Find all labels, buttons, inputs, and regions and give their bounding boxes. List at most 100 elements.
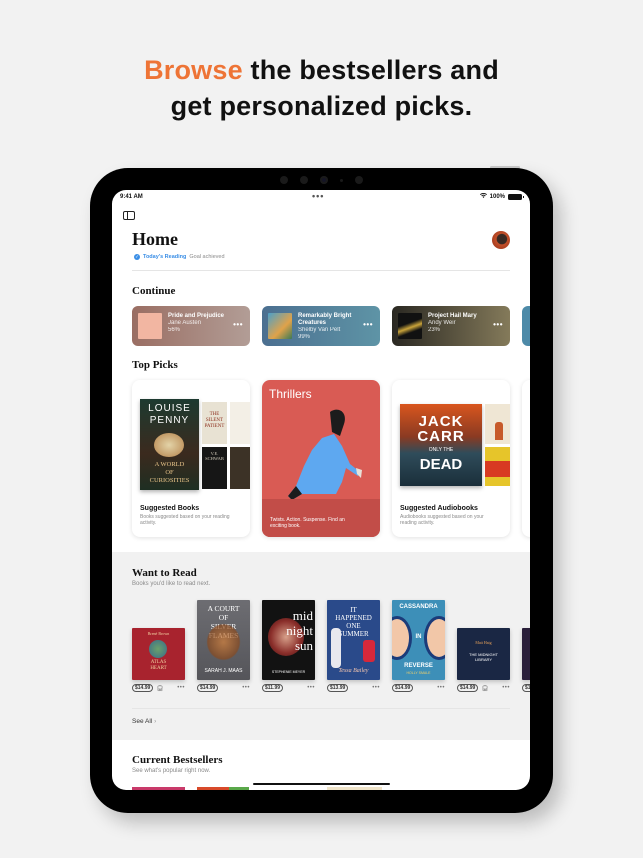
- more-icon[interactable]: •••: [493, 320, 503, 329]
- headline: Browse the bestsellers and get personali…: [0, 52, 643, 124]
- price-button[interactable]: $14.99: [457, 684, 479, 692]
- audiobook-cover: [485, 404, 510, 444]
- continue-item[interactable]: Pride and Prejudice Jane Austen 56% •••: [132, 306, 250, 346]
- headphones-icon: 🎧︎: [481, 685, 489, 692]
- book-item[interactable]: mid night sun STEPHENIE MEYER $11.99 •••: [262, 600, 315, 692]
- want-to-read-subtitle: Books you'd like to read next.: [132, 581, 211, 587]
- reading-label: Today's Reading: [143, 254, 187, 260]
- pick-card-peek[interactable]: [522, 380, 530, 537]
- screen: 9:41 AM ••• 100% Home ✓ Today's Reading …: [112, 190, 530, 790]
- price-button[interactable]: $14.99: [132, 684, 154, 692]
- battery-icon: [508, 193, 524, 200]
- book-cover: [230, 447, 250, 489]
- pick-name: Thrillers: [269, 387, 312, 401]
- want-to-read-title: Want to Read: [132, 567, 197, 579]
- headline-line1: the bestsellers and: [242, 55, 499, 85]
- pick-desc: Audiobooks suggested based on your readi…: [400, 514, 484, 526]
- wifi-icon: [479, 192, 487, 200]
- price-button[interactable]: $14.99: [197, 684, 219, 692]
- audiobook-cover: JACK CARR ONLY THE DEAD: [400, 404, 482, 486]
- book-cover: V.E. SCHWAB: [202, 447, 227, 489]
- page-title: Home: [132, 229, 178, 249]
- sidebar-toggle-icon[interactable]: [123, 211, 135, 220]
- book-title: Project Hail Mary: [428, 313, 477, 319]
- book-cover: mid night sun STEPHENIE MEYER: [262, 600, 315, 680]
- todays-reading[interactable]: ✓ Today's Reading Goal achieved: [134, 254, 225, 260]
- book-item-peek[interactable]: $1: [522, 628, 530, 692]
- price-button[interactable]: $11.99: [262, 684, 284, 692]
- battery-percent: 100%: [489, 193, 505, 200]
- headline-accent: Browse: [144, 55, 243, 85]
- book-cover: Brené Brown ATLAS HEART: [132, 628, 185, 680]
- book-progress: 99%: [298, 334, 311, 340]
- more-icon[interactable]: •••: [363, 320, 373, 329]
- more-icon[interactable]: •••: [502, 685, 510, 691]
- audiobook-cover: [485, 447, 510, 486]
- more-icon[interactable]: •••: [242, 685, 250, 691]
- book-cover: Matt Haig THE MIDNIGHT LIBRARY: [457, 628, 510, 680]
- continue-item-peek[interactable]: [522, 306, 530, 346]
- pick-name: Suggested Books: [140, 505, 200, 512]
- bestseller-cover-peek: [327, 787, 382, 790]
- bestseller-cover-peek: [197, 787, 229, 790]
- continue-item[interactable]: Remarkably Bright Creatures Shelby Van P…: [262, 306, 380, 346]
- want-to-read-list: Brené Brown ATLAS HEART $14.99 🎧︎ ••• A C…: [132, 600, 530, 692]
- status-time: 9:41 AM: [120, 194, 143, 200]
- book-item[interactable]: IT HAPPENED ONE SUMMER Tessa Bailey $13.99 …: [327, 600, 380, 692]
- more-icon[interactable]: •••: [307, 685, 315, 691]
- bestseller-cover-peek: [132, 787, 185, 790]
- book-cover: IT HAPPENED ONE SUMMER Tessa Bailey: [327, 600, 380, 680]
- see-all-link[interactable]: See All ›: [132, 718, 156, 725]
- book-item[interactable]: Brené Brown ATLAS HEART $14.99 🎧︎ •••: [132, 628, 185, 692]
- more-icon[interactable]: •••: [437, 685, 445, 691]
- book-title: Pride and Prejudice: [168, 313, 225, 319]
- book-cover: [268, 313, 292, 339]
- book-cover: [522, 628, 530, 680]
- bestsellers-title: Current Bestsellers: [132, 754, 223, 766]
- home-indicator[interactable]: [253, 783, 390, 785]
- multitask-dots[interactable]: •••: [312, 191, 324, 201]
- pick-card-suggested-audiobooks[interactable]: JACK CARR ONLY THE DEAD Suggested Audiobo…: [392, 380, 510, 537]
- book-item[interactable]: A COURTOFSILVERFLAMES SARAH J. MAAS $14.…: [197, 600, 250, 692]
- book-cover: A COURTOFSILVERFLAMES SARAH J. MAAS: [197, 600, 250, 680]
- more-icon[interactable]: •••: [233, 320, 243, 329]
- divider: [132, 708, 510, 709]
- book-author: Shelby Van Pelt: [298, 327, 341, 333]
- continue-list: Pride and Prejudice Jane Austen 56% ••• …: [132, 306, 530, 346]
- more-icon[interactable]: •••: [372, 685, 380, 691]
- continue-title: Continue: [132, 285, 176, 297]
- reading-status: Goal achieved: [189, 254, 225, 260]
- headphones-icon: 🎧︎: [156, 685, 164, 692]
- book-cover: CASSANDRA IN REVERSE HOLLY SMALE: [392, 600, 445, 680]
- book-progress: 56%: [168, 327, 181, 333]
- book-item[interactable]: CASSANDRA IN REVERSE HOLLY SMALE $14.99 …: [392, 600, 445, 692]
- book-progress: 23%: [428, 327, 441, 333]
- headline-line2: get personalized picks.: [170, 91, 473, 121]
- bestsellers-subtitle: See what's popular right now.: [132, 768, 211, 774]
- checkmark-icon: ✓: [134, 254, 140, 260]
- chevron-right-icon: ›: [154, 718, 157, 725]
- book-author: Jane Austen: [168, 320, 202, 326]
- camera-array: [90, 176, 553, 184]
- price-button[interactable]: $1: [522, 684, 530, 692]
- book-item[interactable]: Matt Haig THE MIDNIGHT LIBRARY $14.99 🎧︎ …: [457, 628, 510, 692]
- book-cover: [230, 402, 250, 444]
- pick-desc: Twists. Action. Suspense. Find an exciti…: [270, 517, 345, 529]
- account-avatar[interactable]: [492, 231, 510, 249]
- divider: [132, 270, 510, 271]
- bestseller-cover-peek: [229, 787, 249, 790]
- more-icon[interactable]: •••: [177, 685, 185, 691]
- continue-item[interactable]: Project Hail Mary Andy Weir 23% •••: [392, 306, 510, 346]
- price-button[interactable]: $13.99: [327, 684, 349, 692]
- pick-card-suggested-books[interactable]: LOUISE PENNY A WORLD OF CURIOSITIES THE SILE…: [132, 380, 250, 537]
- pick-card-thrillers[interactable]: Thrillers Twists. Action. Suspense. Find…: [262, 380, 380, 537]
- top-picks-title: Top Picks: [132, 359, 178, 371]
- thriller-illustration: [288, 409, 362, 500]
- price-button[interactable]: $14.99: [392, 684, 414, 692]
- see-all-label: See All: [132, 718, 153, 725]
- status-bar: 9:41 AM ••• 100%: [112, 190, 530, 204]
- top-picks-list: LOUISE PENNY A WORLD OF CURIOSITIES THE SILE…: [132, 380, 530, 537]
- pick-name: Suggested Audiobooks: [400, 505, 478, 512]
- book-title: Remarkably Bright Creatures: [298, 313, 352, 326]
- book-cover: LOUISE PENNY A WORLD OF CURIOSITIES: [140, 399, 199, 490]
